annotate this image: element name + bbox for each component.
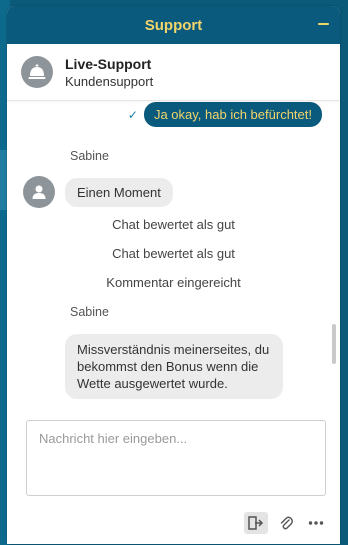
- chat-title: Support: [144, 16, 203, 34]
- sender-name: Sabine: [70, 305, 109, 319]
- exit-chat-button[interactable]: [244, 512, 268, 534]
- minus-icon: [317, 23, 329, 25]
- chat-header: Support: [7, 6, 340, 44]
- agent-name: Live-Support: [65, 55, 152, 72]
- checkmark-icon: ✓: [127, 107, 138, 122]
- agent-message-bubble: Einen Moment: [65, 178, 173, 207]
- support-chat-widget: Support Live-Support Kundensupport ✓ Ja …: [7, 6, 340, 544]
- message-list[interactable]: ✓ Ja okay, hab ich befürchtet! Sabine Ei…: [7, 100, 340, 412]
- exit-icon: [248, 516, 264, 530]
- paperclip-icon: [280, 516, 293, 530]
- more-dots-icon: [308, 521, 324, 525]
- system-message: Chat bewertet als gut: [112, 217, 235, 232]
- sender-name: Sabine: [70, 149, 109, 163]
- own-message-bubble: Ja okay, hab ich befürchtet!: [143, 102, 322, 127]
- service-bell-icon: [28, 64, 46, 79]
- agent-avatar: [21, 56, 53, 88]
- message-input[interactable]: [27, 421, 325, 495]
- agent-message-bubble: Missverständnis meinerseites, du bekomms…: [65, 334, 283, 399]
- minimize-button[interactable]: [316, 17, 330, 31]
- composer-toolbar: [238, 512, 328, 534]
- user-icon: [32, 185, 46, 199]
- own-message-row: ✓ Ja okay, hab ich befürchtet!: [128, 102, 322, 127]
- attach-file-button[interactable]: [274, 512, 298, 534]
- system-message: Chat bewertet als gut: [112, 246, 235, 261]
- system-message: Kommentar eingereicht: [106, 275, 241, 290]
- user-avatar: [23, 176, 55, 208]
- message-input-box[interactable]: [26, 420, 326, 496]
- scrollbar-thumb[interactable]: [332, 324, 336, 364]
- agent-info-bar: Live-Support Kundensupport: [7, 44, 340, 101]
- more-options-button[interactable]: [304, 512, 328, 534]
- agent-subtitle: Kundensupport: [65, 73, 154, 89]
